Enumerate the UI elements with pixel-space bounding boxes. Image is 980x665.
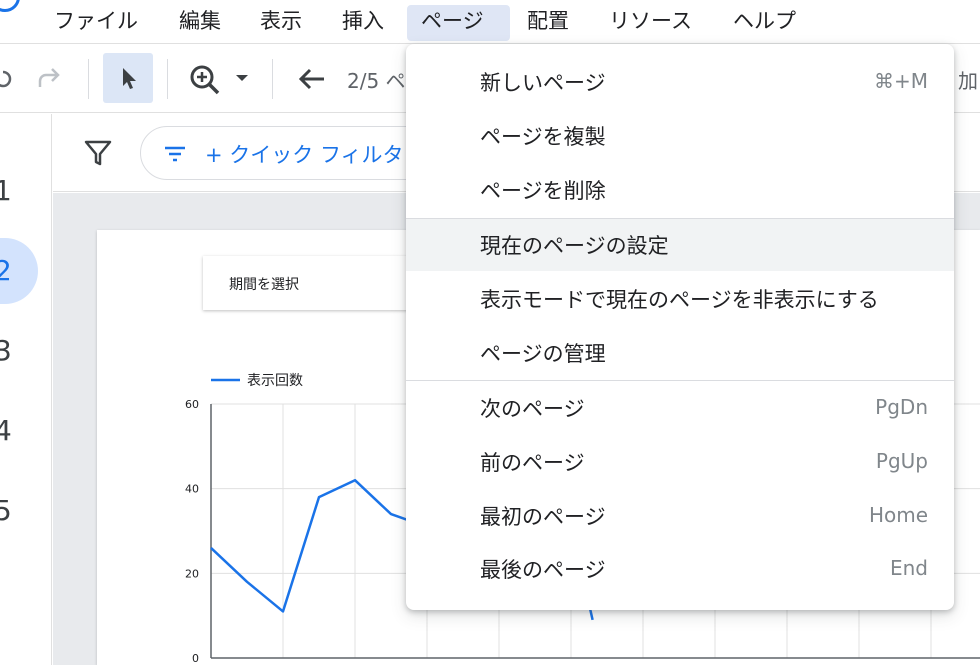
menu-item-next-page[interactable]: 次のページ PgDn	[406, 382, 954, 434]
menu-item-new-page[interactable]: 新しいページ ⌘+M	[406, 56, 954, 108]
menu-item-manage-pages[interactable]: ページの管理	[406, 327, 954, 379]
menu-item-label: 現在のページの設定	[480, 234, 669, 258]
menu-item-label: 次のページ	[480, 397, 585, 421]
menu-item-duplicate-page[interactable]: ページを複製	[406, 110, 954, 162]
menu-item-label: 前のページ	[480, 451, 585, 475]
y-tick-label: 0	[192, 652, 199, 665]
menu-item-label: 表示モードで現在のページを非表示にする	[480, 288, 879, 312]
menu-item-shortcut: Home	[868, 503, 928, 527]
menu-item-label: ページの管理	[480, 342, 606, 366]
menu-item-hide-page-in-view-mode[interactable]: 表示モードで現在のページを非表示にする	[406, 273, 954, 325]
menu-item-label: ページを削除	[480, 179, 606, 203]
chart-axes: 60 40 20 0	[185, 398, 212, 665]
series-line-segment-1	[210, 478, 428, 613]
menu-item-shortcut: PgUp	[875, 449, 928, 473]
y-tick-label: 20	[185, 567, 199, 580]
menu-divider	[406, 380, 954, 381]
menu-item-last-page[interactable]: 最後のページ End	[406, 543, 954, 595]
page-menu-dropdown: 新しいページ ⌘+M ページを複製 ページを削除 現在のページの設定 表示モード…	[406, 44, 954, 610]
menu-item-label: 新しいページ	[480, 71, 606, 95]
menu-item-label: 最初のページ	[480, 505, 606, 529]
y-tick-label: 40	[185, 483, 199, 496]
legend-label: 表示回数	[247, 373, 303, 389]
menu-item-first-page[interactable]: 最初のページ Home	[406, 490, 954, 542]
menu-item-shortcut: PgDn	[875, 395, 928, 419]
menu-item-previous-page[interactable]: 前のページ PgUp	[406, 436, 954, 488]
menu-item-current-page-settings[interactable]: 現在のページの設定	[406, 219, 954, 271]
menu-item-shortcut: End	[889, 556, 928, 580]
y-tick-label: 60	[185, 398, 199, 411]
menu-item-delete-page[interactable]: ページを削除	[406, 164, 954, 216]
menu-item-shortcut: ⌘+M	[873, 69, 928, 93]
menu-item-label: ページを複製	[480, 125, 606, 149]
menu-item-label: 最後のページ	[480, 558, 606, 582]
